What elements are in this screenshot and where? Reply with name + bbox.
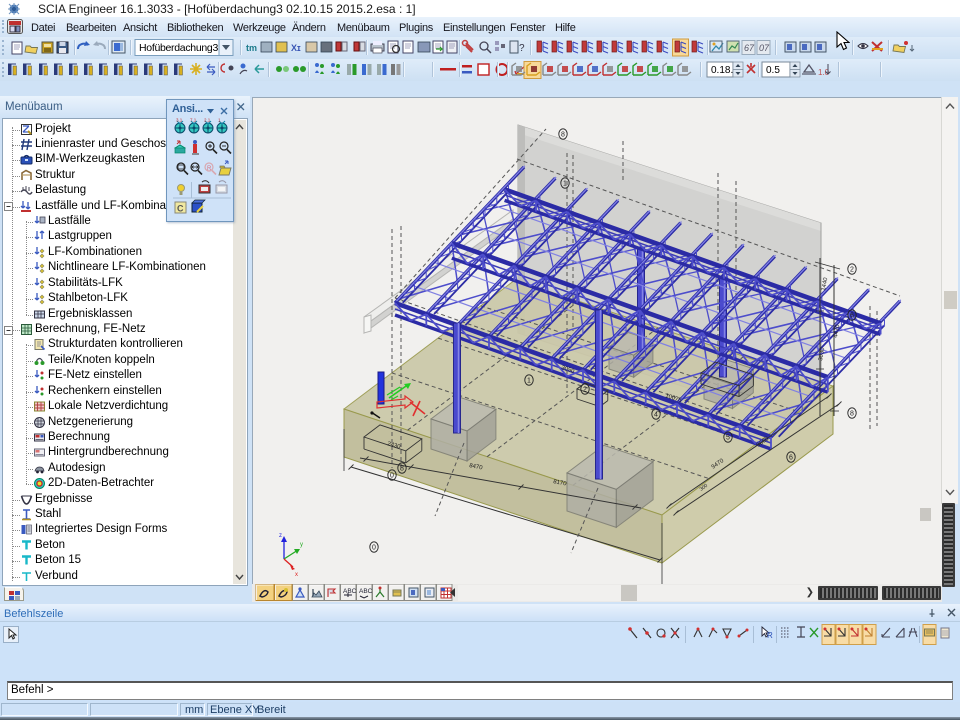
- svg-text:tm: tm: [246, 43, 257, 53]
- svg-text:0: 0: [372, 544, 376, 551]
- svg-text:C: C: [177, 204, 184, 214]
- svg-text:2: 2: [850, 266, 854, 273]
- svg-text:z: z: [279, 533, 282, 539]
- svg-text:ABC: ABC: [343, 588, 357, 595]
- svg-text:67: 67: [744, 43, 755, 53]
- svg-text:0.5: 0.5: [766, 65, 780, 76]
- svg-text:1: 1: [563, 180, 567, 187]
- svg-text:ABC: ABC: [359, 588, 373, 595]
- svg-text:8: 8: [850, 410, 854, 417]
- svg-text:2.1: 2.1: [204, 118, 211, 123]
- svg-text:2: 2: [583, 386, 587, 393]
- svg-text:7.1: 7.1: [190, 118, 197, 123]
- svg-text:3.1: 3.1: [176, 118, 183, 123]
- svg-text:Hofüberdachung3: Hofüberdachung3: [139, 42, 218, 54]
- svg-text:4: 4: [654, 411, 658, 418]
- svg-text:x: x: [295, 572, 298, 578]
- svg-text:5: 5: [726, 434, 730, 441]
- svg-text:R: R: [207, 166, 212, 172]
- svg-text:6: 6: [850, 312, 854, 319]
- svg-text:Xɪ: Xɪ: [291, 43, 301, 53]
- svg-text:0: 0: [390, 472, 394, 479]
- svg-text:3030: 3030: [818, 347, 826, 362]
- svg-text:07: 07: [759, 43, 770, 53]
- svg-text:8: 8: [561, 131, 565, 138]
- svg-text:?: ?: [519, 43, 525, 54]
- svg-text:1: 1: [527, 377, 531, 384]
- svg-text:R: R: [767, 631, 773, 640]
- svg-text:4470: 4470: [833, 324, 841, 339]
- svg-text:y: y: [300, 542, 303, 548]
- svg-text:8: 8: [400, 465, 404, 472]
- svg-text:6: 6: [789, 454, 793, 461]
- svg-text:1: 1: [218, 118, 221, 123]
